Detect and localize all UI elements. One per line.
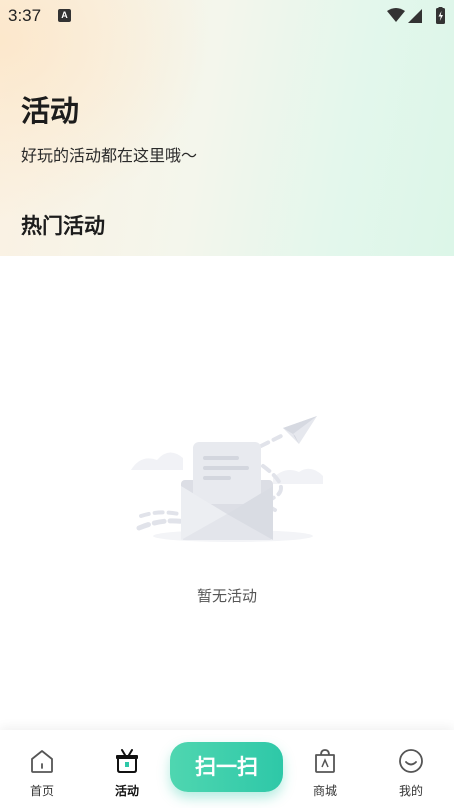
wifi-icon <box>387 8 405 22</box>
notification-a-icon: A <box>58 9 71 22</box>
empty-envelope-illustration <box>131 416 323 542</box>
signal-icon <box>408 9 422 23</box>
status-bar: 3:37 A <box>0 0 454 32</box>
status-icons <box>387 7 445 24</box>
status-time: 3:37 <box>8 6 42 25</box>
home-icon <box>31 750 53 773</box>
page-title: 活动 <box>21 94 80 128</box>
battery-charging-icon <box>436 7 445 24</box>
profile-smile-icon <box>399 749 423 773</box>
page-subtitle: 好玩的活动都在这里哦～ <box>21 146 198 165</box>
scan-button[interactable]: 扫一扫 <box>170 742 283 792</box>
activity-basket-icon <box>116 749 138 773</box>
tab-mall[interactable]: 商城 <box>285 730 365 808</box>
empty-state-text: 暂无活动 <box>196 587 257 605</box>
tab-home[interactable]: 首页 <box>2 730 82 808</box>
tab-profile[interactable]: 我的 <box>371 730 451 808</box>
tab-mall-label: 商城 <box>312 784 337 798</box>
tab-profile-label: 我的 <box>398 784 423 798</box>
tab-activity[interactable]: 活动 <box>87 730 167 808</box>
tab-home-label: 首页 <box>29 784 54 798</box>
tab-activity-label: 活动 <box>114 784 139 798</box>
shopping-bag-icon <box>315 749 335 773</box>
section-title-hot-activities: 热门活动 <box>21 214 105 238</box>
